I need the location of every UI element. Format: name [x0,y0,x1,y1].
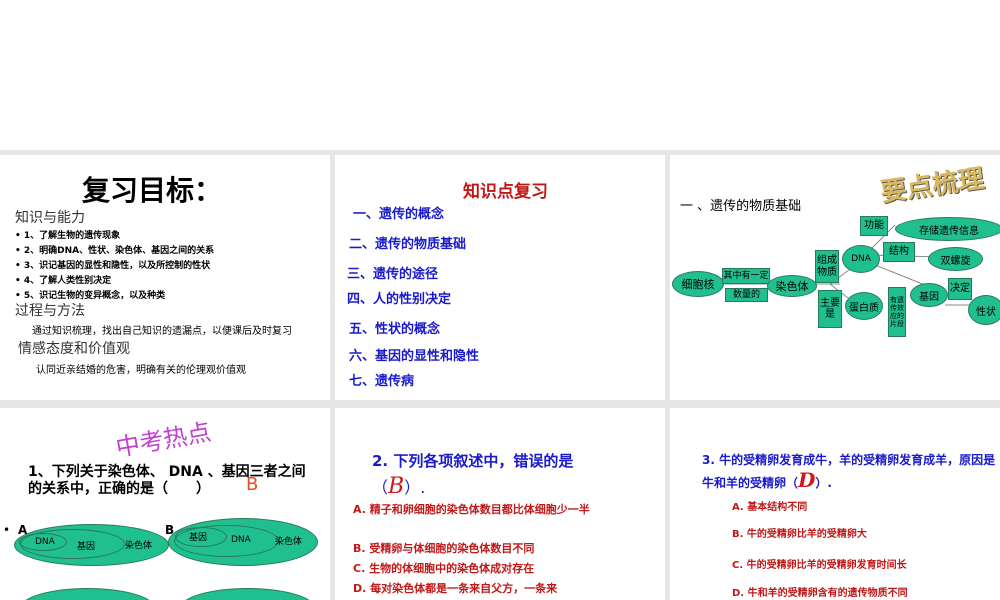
option-d[interactable]: D. 牛和羊的受精卵含有的遗传物质不同 [732,584,908,599]
question-text: 3. 牛的受精卵发育成牛，羊的受精卵发育成羊，原因是牛和羊的受精卵（D）. [702,453,996,492]
section-text: 通过知识梳理，找出自己知识的遗漏点，以便课后及时复习 [32,326,292,337]
option-a[interactable]: A. 基本结构不同 [732,498,807,513]
label-gene: 基因 [189,533,208,543]
node-label-compose: 组成物质 [815,250,839,283]
bullet: • [3,523,11,537]
topic-item: 七、遗传病 [349,374,415,389]
section-heading: 知识与能力 [15,210,85,226]
topic-item: 一、遗传的概念 [353,207,445,222]
node-store-info: 存储遗传信息 [895,217,1000,241]
slide-knowledge-review[interactable]: 知识点复习 一、遗传的概念 二、遗传的物质基础 三、遗传的途径 四、人的性别决定… [335,155,665,400]
goal-item: • 3、识记基因的显性和隐性，以及所控制的性状 [15,261,211,271]
answer-mark: B [246,474,259,495]
label-chromosome: 染色体 [275,537,303,547]
node-protein: 蛋白质 [845,292,883,320]
answer-line: （B）. [372,474,426,499]
node-label-structure: 结构 [883,242,915,262]
option-d[interactable]: D. 每对染色体都是一条来自父方，一条来 [353,580,557,596]
node-chromosome: 染色体 [767,275,817,297]
topic-item: 六、基因的显性和隐性 [349,349,480,364]
option-d-diagram[interactable] [180,588,315,600]
topic-item: 二、遗传的物质基础 [349,237,467,252]
answer-mark: D [798,468,816,492]
wordart-title: 中考热点 [113,417,214,463]
node-double-helix: 双螺旋 [928,247,983,271]
label-chromosome: 染色体 [125,541,153,551]
node-label-decide: 决定 [948,278,972,300]
node-label-segment: 有遗传效应的片段 [888,287,906,337]
section-heading: 过程与方法 [15,303,85,319]
slide-question-3[interactable]: 3. 牛的受精卵发育成牛，羊的受精卵发育成羊，原因是牛和羊的受精卵（D）. A.… [670,408,1000,600]
node-label-main: 主要是 [818,290,842,328]
label-dna: DNA [231,535,251,545]
slide-key-points[interactable]: 要点梳理 一 、遗传的物质基础 细胞核 其中有一定 数量的 染色体 组成物质 主… [670,155,1000,400]
node-label-function: 功能 [860,216,888,236]
option-b-diagram[interactable]: 基因 DNA 染色体 [168,518,318,566]
slide-title: 复习目标： [82,174,223,207]
node-label-amount: 数量的 [725,288,768,302]
slide-exam-hotspot[interactable]: 中考热点 1、下列关于染色体、 DNA 、基因三者之间的关系中，正确的是（ ） … [0,408,330,600]
option-b[interactable]: B. 牛的受精卵比羊的受精卵大 [732,525,867,540]
node-nucleus: 细胞核 [672,271,724,297]
goal-item: • 4、了解人类性别决定 [15,276,112,286]
option-a-diagram[interactable]: DNA 基因 染色体 [14,524,169,566]
topic-item: 五、性状的概念 [349,322,441,337]
blank-header-area [0,0,1000,150]
option-c-diagram[interactable] [20,588,155,600]
section-text: 认同近亲结婚的危害，明确有关的伦理观价值观 [36,365,246,376]
node-dna: DNA [842,245,880,273]
goal-item: • 1、了解生物的遗传现象 [15,231,121,241]
topic-item: 三、遗传的途径 [347,267,439,282]
slide-review-goals[interactable]: 复习目标： 知识与能力 • 1、了解生物的遗传现象 • 2、明确DNA、性状、染… [0,155,330,400]
option-b[interactable]: B. 受精卵与体细胞的染色体数目不同 [353,540,534,556]
option-a[interactable]: A. 精子和卵细胞的染色体数目都比体细胞少一半 [353,500,658,520]
label-gene: 基因 [77,542,96,552]
node-gene: 基因 [910,283,948,307]
option-c[interactable]: C. 生物的体细胞中的染色体成对存在 [353,560,534,576]
goal-item: • 2、明确DNA、性状、染色体、基因之间的关系 [15,246,215,256]
topic-item: 四、人的性别决定 [347,292,452,307]
option-c[interactable]: C. 牛的受精卵比羊的受精卵发育时间长 [732,556,907,571]
node-label-has: 其中有一定 [722,268,770,284]
goal-list: • 1、了解生物的遗传现象 • 2、明确DNA、性状、染色体、基因之间的关系 •… [15,229,214,304]
label-dna: DNA [35,537,55,547]
slide-question-2[interactable]: 2. 下列各项叙述中，错误的是 （B）. A. 精子和卵细胞的染色体数目都比体细… [335,408,665,600]
question-text: 1、下列关于染色体、 DNA 、基因三者之间的关系中，正确的是（ ） [28,464,306,497]
section-heading: 情感态度和价值观 [18,341,130,357]
slide-title: 知识点复习 [463,182,548,202]
answer-mark: B [388,474,405,499]
node-trait: 性状 [968,295,1000,325]
question-text: 2. 下列各项叙述中，错误的是 [372,452,574,470]
